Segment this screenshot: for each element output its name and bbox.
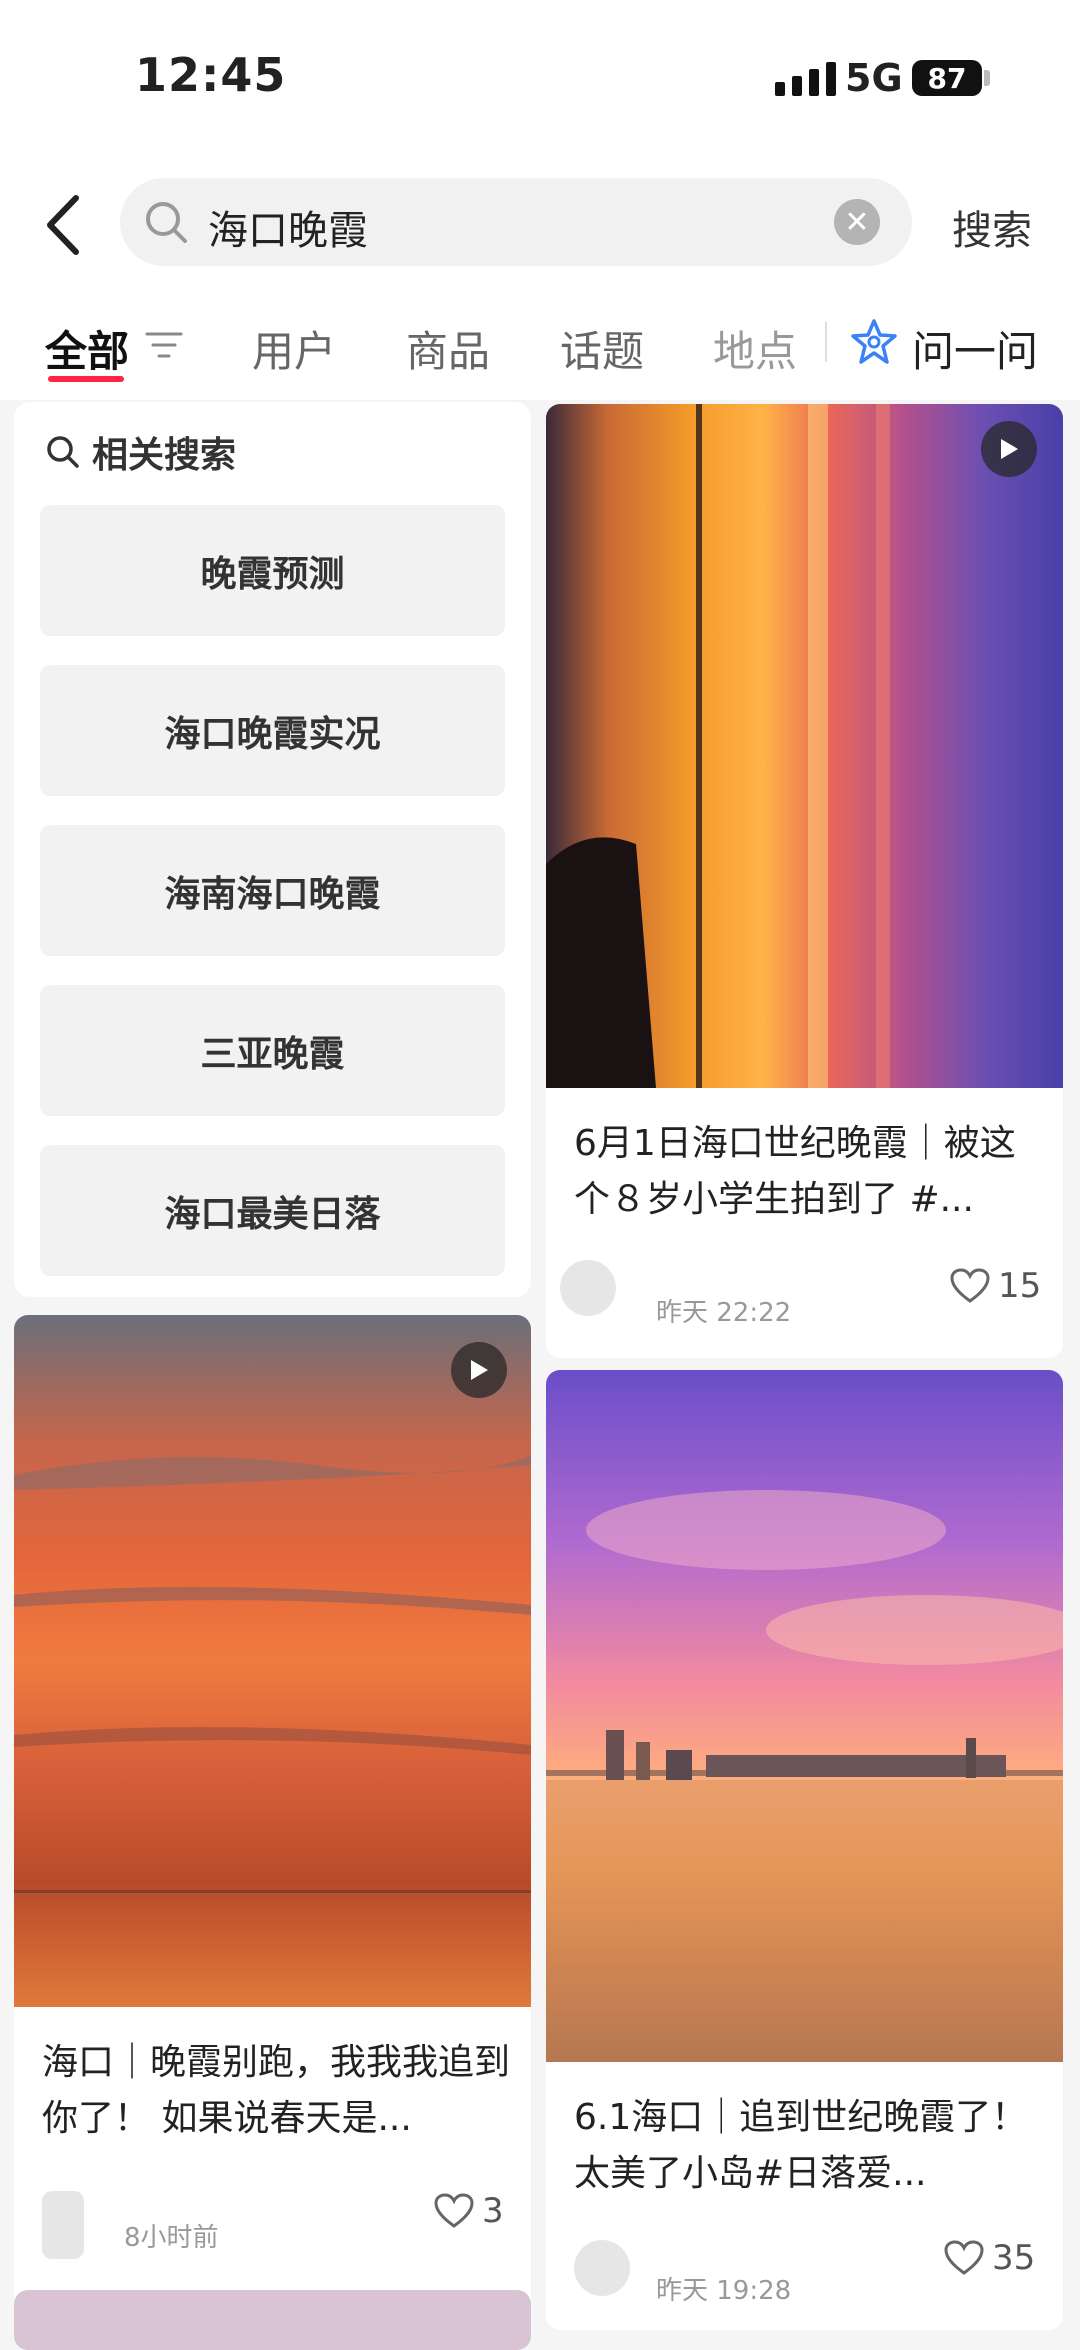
heart-icon (944, 2240, 984, 2275)
heart-icon (434, 2193, 474, 2228)
tab-ask[interactable]: 问一问 (912, 318, 1038, 379)
search-button[interactable]: 搜索 (952, 198, 1032, 256)
search-input[interactable]: 海口晚霞 ✕ (120, 178, 912, 266)
avatar[interactable] (42, 2191, 84, 2259)
like-button[interactable]: 15 (950, 1266, 1041, 1306)
post-card[interactable]: 6月1日海口世纪晚霞｜被这个８岁小学生拍到了 #... 昨天 22:22 15 (546, 404, 1063, 1358)
like-count: 3 (482, 2191, 504, 2231)
like-button[interactable]: 35 (944, 2238, 1035, 2278)
post-title: 6月1日海口世纪晚霞｜被这个８岁小学生拍到了 #... (574, 1123, 1016, 1220)
like-count: 35 (992, 2238, 1036, 2278)
post-time: 8小时前 (124, 2223, 219, 2253)
network-type: 5G (845, 56, 903, 100)
like-count: 15 (998, 1266, 1042, 1306)
tab-products[interactable]: 商品 (406, 318, 490, 379)
related-chip[interactable]: 三亚晚霞 (40, 985, 505, 1116)
post-image (14, 1315, 531, 2007)
tab-active-indicator (48, 376, 124, 382)
heart-icon (950, 1268, 990, 1303)
related-searches: 相关搜索 晚霞预测 海口晚霞实况 海南海口晚霞 三亚晚霞 海口最美日落 (14, 402, 531, 1297)
ai-star-icon[interactable] (850, 318, 898, 366)
related-title: 相关搜索 (92, 435, 237, 476)
tab-all[interactable]: 全部 (45, 318, 129, 379)
post-card-partial[interactable] (14, 2290, 531, 2350)
related-chip[interactable]: 晚霞预测 (40, 505, 505, 636)
battery-icon: 87 (912, 60, 982, 96)
post-image (546, 404, 1063, 1088)
post-card[interactable]: 海口｜晚霞别跑，我我我追到你了！ 如果说春天是... 8小时前 3 (14, 1315, 531, 2315)
tab-topics[interactable]: 话题 (560, 318, 644, 379)
avatar[interactable] (574, 2240, 630, 2296)
tab-divider (825, 322, 827, 362)
battery-tip (984, 70, 990, 86)
back-icon[interactable] (40, 190, 94, 260)
post-title: 海口｜晚霞别跑，我我我追到你了！ 如果说春天是... (42, 2042, 511, 2139)
post-time: 昨天 22:22 (656, 1298, 792, 1328)
related-chip[interactable]: 海口最美日落 (40, 1145, 505, 1276)
play-icon (981, 421, 1037, 477)
play-icon (451, 1342, 507, 1398)
post-card[interactable]: 6.1海口｜追到世纪晚霞了！ 太美了小岛#日落爱... 昨天 19:28 35 (546, 1370, 1063, 2330)
search-icon (47, 436, 79, 468)
related-header: 相关搜索 (44, 426, 236, 478)
related-chip[interactable]: 海南海口晚霞 (40, 825, 505, 956)
tab-users[interactable]: 用户 (252, 318, 336, 379)
status-time: 12:45 (135, 48, 287, 102)
post-image (546, 1370, 1063, 2062)
signal-icon (775, 60, 836, 96)
clear-icon[interactable]: ✕ (834, 199, 880, 245)
filter-icon[interactable] (145, 330, 183, 360)
search-query: 海口晚霞 (208, 208, 368, 254)
avatar[interactable] (560, 1260, 616, 1316)
like-button[interactable]: 3 (434, 2191, 504, 2231)
search-icon (146, 202, 187, 243)
post-time: 昨天 19:28 (656, 2276, 792, 2306)
post-title: 6.1海口｜追到世纪晚霞了！ 太美了小岛#日落爱... (574, 2097, 1028, 2194)
related-chip[interactable]: 海口晚霞实况 (40, 665, 505, 796)
tab-places[interactable]: 地点 (713, 318, 797, 379)
